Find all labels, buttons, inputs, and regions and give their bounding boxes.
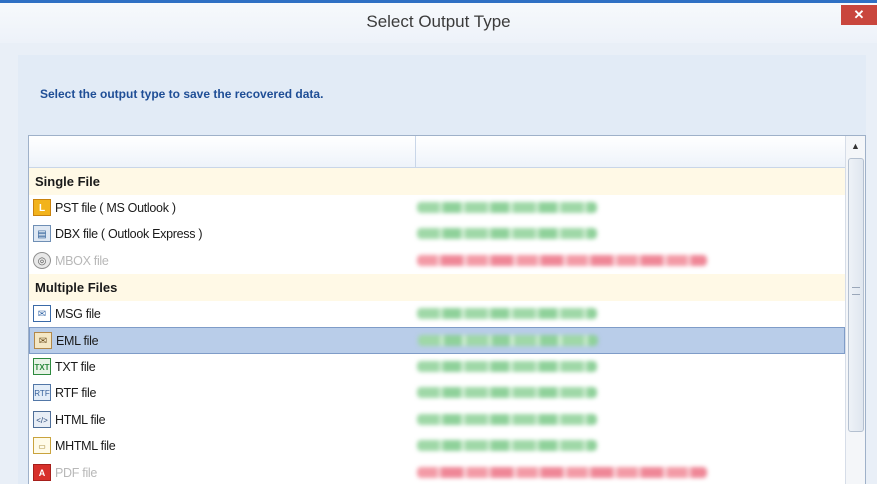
list-header (29, 136, 845, 168)
scrollbar-thumb[interactable] (848, 158, 864, 432)
list-item-pdf: A PDF file (29, 460, 845, 484)
status-text-blurred (417, 254, 707, 266)
rtf-icon: RTF (33, 384, 51, 401)
msg-icon: ✉ (33, 304, 51, 322)
list-rows: Single File L PST file ( MS Outlook ) ▤ … (29, 168, 845, 484)
group-label: Multiple Files (35, 280, 118, 295)
instruction-text: Select the output type to save the recov… (40, 87, 324, 101)
dialog-title: Select Output Type (366, 12, 511, 31)
status-text-blurred (417, 228, 597, 239)
item-label: MSG file (55, 306, 101, 321)
mhtml-icon: ▭ (33, 437, 51, 454)
select-output-type-dialog: Select Output Type ✕ Select the output t… (0, 0, 877, 484)
pdf-icon: A (33, 463, 51, 481)
title-bar: Select Output Type ✕ (0, 3, 877, 43)
dbx-icon: ▤ (33, 225, 51, 242)
mbox-icon: ◎ (33, 251, 51, 269)
eml-icon: ✉ (34, 332, 52, 349)
list-item-pst[interactable]: L PST file ( MS Outlook ) (29, 195, 845, 222)
pst-icon: L (33, 198, 51, 216)
txt-icon: TXT (33, 357, 51, 375)
list-item-mbox: ◎ MBOX file (29, 248, 845, 275)
status-text-blurred (417, 360, 597, 372)
item-label: MBOX file (55, 253, 109, 268)
close-button[interactable]: ✕ (841, 5, 877, 25)
group-row-single-file: Single File (29, 168, 845, 195)
list-item-txt[interactable]: TXT TXT file (29, 354, 845, 381)
status-text-blurred (418, 335, 598, 346)
item-label: PDF file (55, 465, 98, 480)
status-text-blurred (417, 307, 597, 319)
grip-icon (852, 287, 860, 295)
status-text-blurred (417, 413, 597, 425)
item-label: MHTML file (55, 439, 116, 453)
status-text-blurred (417, 440, 597, 451)
item-label: DBX file ( Outlook Express ) (55, 227, 203, 241)
list-item-html[interactable]: </> HTML file (29, 407, 845, 434)
list-item-dbx[interactable]: ▤ DBX file ( Outlook Express ) (29, 221, 845, 248)
item-label: PST file ( MS Outlook ) (55, 200, 176, 215)
item-label: EML file (56, 334, 99, 348)
item-label: HTML file (55, 412, 106, 427)
html-icon: </> (33, 410, 51, 428)
scroll-up-arrow-icon[interactable]: ▲ (846, 136, 865, 156)
item-label: RTF file (55, 386, 97, 400)
list-item-rtf[interactable]: RTF RTF file (29, 380, 845, 407)
status-text-blurred (417, 466, 707, 478)
item-label: TXT file (55, 359, 96, 374)
group-row-multiple-files: Multiple Files (29, 274, 845, 301)
group-label: Single File (35, 174, 101, 189)
list-item-eml[interactable]: ✉ EML file (29, 327, 845, 354)
vertical-scrollbar[interactable]: ▲ (845, 136, 865, 484)
output-type-list[interactable]: Single File L PST file ( MS Outlook ) ▤ … (28, 135, 866, 484)
list-item-mhtml[interactable]: ▭ MHTML file (29, 433, 845, 460)
column-header-type[interactable] (29, 136, 416, 167)
status-text-blurred (417, 201, 597, 213)
status-text-blurred (417, 387, 597, 398)
list-item-msg[interactable]: ✉ MSG file (29, 301, 845, 328)
